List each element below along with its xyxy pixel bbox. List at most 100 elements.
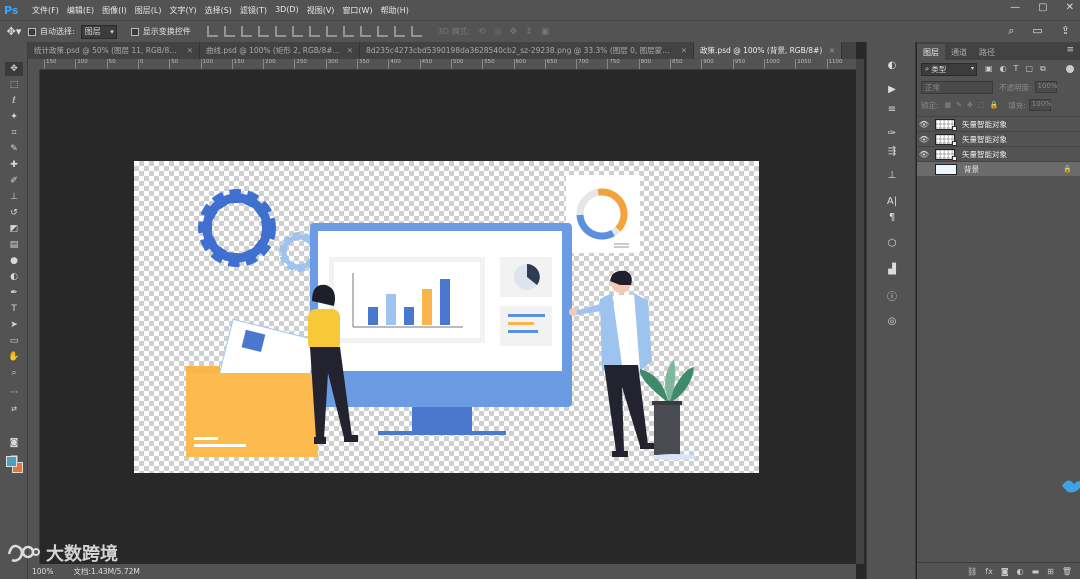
- menu-item[interactable]: 视图(V): [307, 5, 335, 16]
- align-right-icon[interactable]: [291, 26, 303, 37]
- document-tab[interactable]: 曲线.psd @ 100% (矩形 2, RGB/8#)... ✕: [200, 42, 360, 59]
- menu-item[interactable]: 图层(L): [135, 5, 162, 16]
- align-vcenter-icon[interactable]: [223, 26, 235, 37]
- menu-item[interactable]: 文字(Y): [169, 5, 196, 16]
- share-icon[interactable]: ⇪: [1061, 24, 1070, 38]
- 3d-pan-icon[interactable]: ✥: [510, 27, 518, 37]
- menu-item[interactable]: 窗口(W): [342, 5, 372, 16]
- align-left-icon[interactable]: [257, 26, 269, 37]
- menu-item[interactable]: 图像(I): [102, 5, 127, 16]
- info-icon[interactable]: ⓘ: [867, 288, 917, 303]
- blur-tool-icon[interactable]: ●: [5, 254, 23, 268]
- layer-row[interactable]: 👁 矢量智能对象: [917, 116, 1080, 131]
- layer-filter-dropdown[interactable]: ⌕ 类型 ▾: [921, 62, 977, 76]
- 3d-icon[interactable]: ⬡: [867, 236, 917, 250]
- smart-object-filter-icon[interactable]: ⧉: [1040, 64, 1046, 74]
- document-tab[interactable]: 统计政策.psd @ 50% (图层 11, RGB/8#)... ✕: [28, 42, 200, 59]
- panel-menu-icon[interactable]: ≡: [1066, 45, 1074, 55]
- adjustment-layer-icon[interactable]: ◐: [1017, 567, 1024, 576]
- shape-filter-icon[interactable]: ▢: [1025, 64, 1033, 74]
- workspace-icon[interactable]: ▭: [1032, 24, 1042, 38]
- brush-settings-icon[interactable]: ✑: [867, 126, 917, 140]
- swap-colors-icon[interactable]: ⇄: [5, 402, 23, 416]
- layer-row[interactable]: 👁 矢量智能对象: [917, 131, 1080, 146]
- document-canvas[interactable]: [134, 161, 759, 473]
- 3d-slide-icon[interactable]: ⇕: [525, 27, 533, 37]
- distribute-right-icon[interactable]: [393, 26, 405, 37]
- libraries-icon[interactable]: ◎: [867, 314, 917, 328]
- distribute-bottom-icon[interactable]: [342, 26, 354, 37]
- gradient-tool-icon[interactable]: ▤: [5, 238, 23, 252]
- floating-assistant-icon[interactable]: [1058, 472, 1080, 498]
- new-layer-icon[interactable]: ⊞: [1047, 567, 1054, 576]
- brush-tool-icon[interactable]: ✐: [5, 174, 23, 188]
- lock-transparent-icon[interactable]: ▦: [945, 101, 952, 109]
- close-tab-icon[interactable]: ✕: [681, 46, 687, 55]
- magic-wand-tool-icon[interactable]: ✦: [5, 110, 23, 124]
- dodge-tool-icon[interactable]: ◐: [5, 270, 23, 284]
- clone-stamp-tool-icon[interactable]: ⊥: [5, 190, 23, 204]
- close-tab-icon[interactable]: ✕: [829, 46, 835, 55]
- menu-item[interactable]: 滤镜(T): [240, 5, 267, 16]
- rectangle-tool-icon[interactable]: ▭: [5, 334, 23, 348]
- zoom-level[interactable]: 100%: [32, 567, 53, 576]
- align-bottom-icon[interactable]: [240, 26, 252, 37]
- tab-channels[interactable]: 通道: [945, 44, 973, 60]
- 3d-roll-icon[interactable]: ◎: [494, 27, 502, 37]
- marquee-tool-icon[interactable]: ⬚: [5, 78, 23, 92]
- menu-item[interactable]: 3D(D): [275, 5, 299, 16]
- layer-style-icon[interactable]: fx: [985, 567, 993, 576]
- type-tool-icon[interactable]: T: [5, 302, 23, 316]
- show-transform-checkbox[interactable]: [130, 27, 139, 36]
- histogram-icon[interactable]: ▟: [867, 262, 917, 276]
- blend-mode-dropdown[interactable]: 正常: [921, 80, 993, 94]
- horizontal-ruler[interactable]: 150 100 50 0 50 100 150 200 250 300 350 400 450 500 55…: [40, 59, 856, 70]
- healing-brush-tool-icon[interactable]: ✚: [5, 158, 23, 172]
- history-icon[interactable]: ▶: [867, 82, 917, 96]
- distribute-vcenter-icon[interactable]: [325, 26, 337, 37]
- pen-tool-icon[interactable]: ✒: [5, 286, 23, 300]
- pixel-filter-icon[interactable]: ▣: [985, 64, 993, 74]
- lock-all-icon[interactable]: 🔒: [990, 101, 999, 109]
- search-icon[interactable]: ⌕: [1008, 24, 1014, 38]
- adjustment-filter-icon[interactable]: ◐: [1000, 64, 1007, 74]
- character-icon[interactable]: A|: [867, 194, 917, 208]
- more-tools-icon[interactable]: ···: [5, 386, 23, 400]
- quick-mask-icon[interactable]: ◙: [5, 436, 23, 450]
- crop-tool-icon[interactable]: ⌗: [5, 126, 23, 140]
- close-tab-icon[interactable]: ✕: [187, 46, 193, 55]
- eraser-tool-icon[interactable]: ◩: [5, 222, 23, 236]
- menu-item[interactable]: 文件(F): [32, 5, 59, 16]
- tab-paths[interactable]: 路径: [973, 44, 1001, 60]
- delete-layer-icon[interactable]: 🗑: [1062, 567, 1072, 576]
- visibility-eye-icon[interactable]: 👁: [917, 120, 931, 129]
- 3d-rotate-icon[interactable]: ⟲: [478, 27, 486, 37]
- distribute-left-icon[interactable]: [359, 26, 371, 37]
- vertical-ruler[interactable]: [28, 70, 40, 568]
- link-layers-icon[interactable]: ⛓: [967, 567, 977, 576]
- lasso-tool-icon[interactable]: ℓ: [5, 94, 23, 108]
- foreground-color-swatch[interactable]: [6, 456, 17, 467]
- document-info[interactable]: 文档:1.43M/5.72M: [73, 566, 139, 577]
- path-selection-tool-icon[interactable]: ➤: [5, 318, 23, 332]
- filter-toggle-icon[interactable]: [1066, 65, 1074, 73]
- minimize-button[interactable]: —: [1010, 2, 1020, 13]
- lock-position-icon[interactable]: ✥: [967, 101, 973, 109]
- visibility-eye-icon[interactable]: 👁: [917, 135, 931, 144]
- type-filter-icon[interactable]: T: [1014, 64, 1019, 74]
- actions-icon[interactable]: ≡: [867, 102, 917, 116]
- brushes-icon[interactable]: ⇶: [867, 144, 917, 158]
- close-window-button[interactable]: ✕: [1066, 2, 1074, 13]
- menu-item[interactable]: 选择(S): [205, 5, 232, 16]
- auto-align-icon[interactable]: [410, 26, 422, 37]
- distribute-hcenter-icon[interactable]: [376, 26, 388, 37]
- clone-source-icon[interactable]: ⊥: [867, 168, 917, 182]
- adjustments-icon[interactable]: ◐: [867, 58, 917, 72]
- tab-layers[interactable]: 图层: [917, 44, 945, 60]
- auto-select-dropdown[interactable]: 图层 ▾: [80, 24, 117, 39]
- align-hcenter-icon[interactable]: [274, 26, 286, 37]
- menu-item[interactable]: 帮助(H): [381, 5, 409, 16]
- menu-item[interactable]: 编辑(E): [67, 5, 94, 16]
- fill-field[interactable]: 100%: [1028, 99, 1052, 111]
- auto-select-checkbox[interactable]: [28, 27, 36, 36]
